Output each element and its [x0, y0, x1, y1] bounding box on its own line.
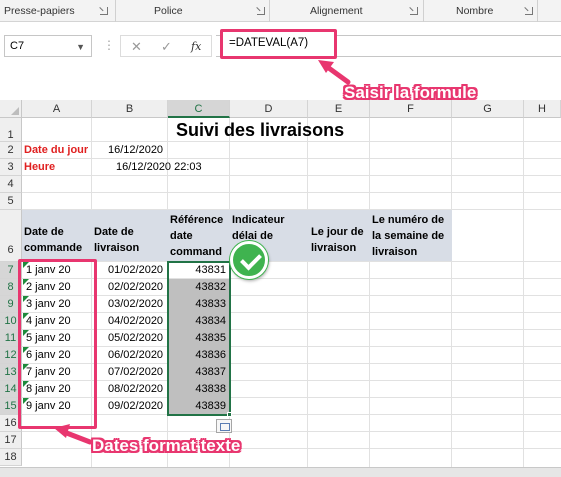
chevron-down-icon[interactable]: ▼ — [76, 42, 85, 52]
spreadsheet-grid: A B C D E F G H 1 2 3 4 5 6 7 8 9 10 11 … — [0, 100, 561, 477]
delivery-date-cell[interactable]: 07/02/2020 — [108, 366, 163, 378]
ribbon-group-labels: Presse-papiers Police Alignement Nombre — [0, 0, 561, 22]
delivery-date-cell[interactable]: 03/02/2020 — [108, 298, 163, 310]
gridline — [451, 118, 452, 467]
select-all-corner[interactable] — [0, 100, 22, 118]
cell-selection[interactable] — [167, 261, 231, 416]
row-header-2[interactable]: 2 — [0, 142, 22, 159]
dates-callout: Dates format texte — [92, 436, 241, 455]
gridline — [22, 346, 561, 347]
alignment-launcher-icon[interactable] — [410, 7, 418, 15]
font-launcher-icon[interactable] — [257, 7, 265, 15]
confirm-icon[interactable]: ✓ — [161, 39, 172, 55]
column-header-b[interactable]: B — [92, 100, 168, 118]
column-header-h[interactable]: H — [524, 100, 561, 118]
ribbon-group-alignment: Alignement — [270, 0, 424, 22]
quick-analysis-icon[interactable] — [216, 419, 232, 433]
row-header-4[interactable]: 4 — [0, 176, 22, 193]
formula-callout: Saisir la formule — [344, 83, 477, 102]
gridline — [22, 397, 561, 398]
row-header-6[interactable]: 6 — [0, 210, 22, 262]
delivery-date-cell[interactable]: 04/02/2020 — [108, 315, 163, 327]
formula-buttons: ✕ ✓ fx — [120, 35, 212, 57]
fill-handle[interactable] — [227, 412, 232, 417]
header-date-commande[interactable]: Date de commande — [24, 224, 90, 256]
gridline — [22, 261, 561, 262]
gridline — [523, 118, 524, 467]
delivery-date-cell[interactable]: 06/02/2020 — [108, 349, 163, 361]
name-box[interactable]: C7 ▼ — [4, 35, 92, 57]
gridline — [22, 192, 561, 193]
gridline — [22, 431, 561, 432]
gridline — [22, 175, 561, 176]
number-group-label: Nombre — [456, 5, 494, 17]
row-header-17[interactable]: 17 — [0, 432, 22, 449]
column-header-c[interactable]: C — [168, 100, 230, 118]
delivery-date-cell[interactable]: 02/02/2020 — [108, 281, 163, 293]
checkmark-icon — [230, 241, 268, 279]
gridline — [22, 380, 561, 381]
text-dates-highlight — [18, 259, 97, 429]
delivery-date-cell[interactable]: 05/02/2020 — [108, 332, 163, 344]
clipboard-group-label: Presse-papiers — [4, 5, 75, 17]
gridline — [22, 295, 561, 296]
formula-input[interactable]: =DATEVAL(A7) — [220, 29, 337, 59]
number-launcher-icon[interactable] — [525, 7, 533, 15]
font-group-label: Police — [154, 5, 183, 17]
sheet-title[interactable]: Suivi des livraisons — [176, 120, 344, 141]
sheet-tabs-bar — [0, 467, 561, 477]
column-header-d[interactable]: D — [230, 100, 308, 118]
cancel-icon[interactable]: ✕ — [131, 39, 142, 55]
delivery-date-cell[interactable]: 01/02/2020 — [108, 264, 163, 276]
row-header-18[interactable]: 18 — [0, 449, 22, 466]
hour-value[interactable]: 16/12/2020 22:03 — [116, 161, 202, 173]
delivery-date-cell[interactable]: 09/02/2020 — [108, 400, 163, 412]
header-reference-date[interactable]: Référence date command — [170, 212, 230, 260]
insert-function-icon[interactable]: fx — [191, 40, 201, 53]
row-header-1[interactable]: 1 — [0, 118, 22, 142]
header-date-livraison[interactable]: Date de livraison — [94, 224, 166, 256]
alignment-group-label: Alignement — [310, 5, 363, 17]
row-header-5[interactable]: 5 — [0, 193, 22, 210]
gridline — [22, 278, 561, 279]
gridline — [22, 414, 561, 415]
header-indicateur[interactable]: Indicateur délai de — [232, 212, 306, 244]
gridline — [22, 363, 561, 364]
gridline — [22, 141, 561, 142]
delivery-date-cell[interactable]: 08/02/2020 — [108, 383, 163, 395]
hour-label[interactable]: Heure — [24, 161, 55, 173]
name-box-value: C7 — [10, 40, 25, 52]
header-numero-semaine[interactable]: Le numéro de la semaine de livraison — [372, 212, 452, 260]
gridline — [307, 118, 308, 467]
drag-handle-icon[interactable]: ⋮ — [103, 38, 115, 52]
ribbon-group-number: Nombre — [424, 0, 538, 22]
row-header-3[interactable]: 3 — [0, 159, 22, 176]
date-label[interactable]: Date du jour — [24, 144, 88, 156]
column-header-a[interactable]: A — [22, 100, 92, 118]
gridline — [22, 158, 561, 159]
date-value[interactable]: 16/12/2020 — [108, 144, 163, 156]
ribbon-group-font: Police — [116, 0, 270, 22]
clipboard-launcher-icon[interactable] — [100, 7, 108, 15]
formula-text: =DATEVAL(A7) — [229, 37, 309, 49]
header-jour-livraison[interactable]: Le jour de livraison — [311, 224, 369, 256]
gridline — [369, 118, 370, 467]
gridline — [22, 329, 561, 330]
gridline — [22, 312, 561, 313]
ribbon-group-clipboard: Presse-papiers — [0, 0, 116, 22]
